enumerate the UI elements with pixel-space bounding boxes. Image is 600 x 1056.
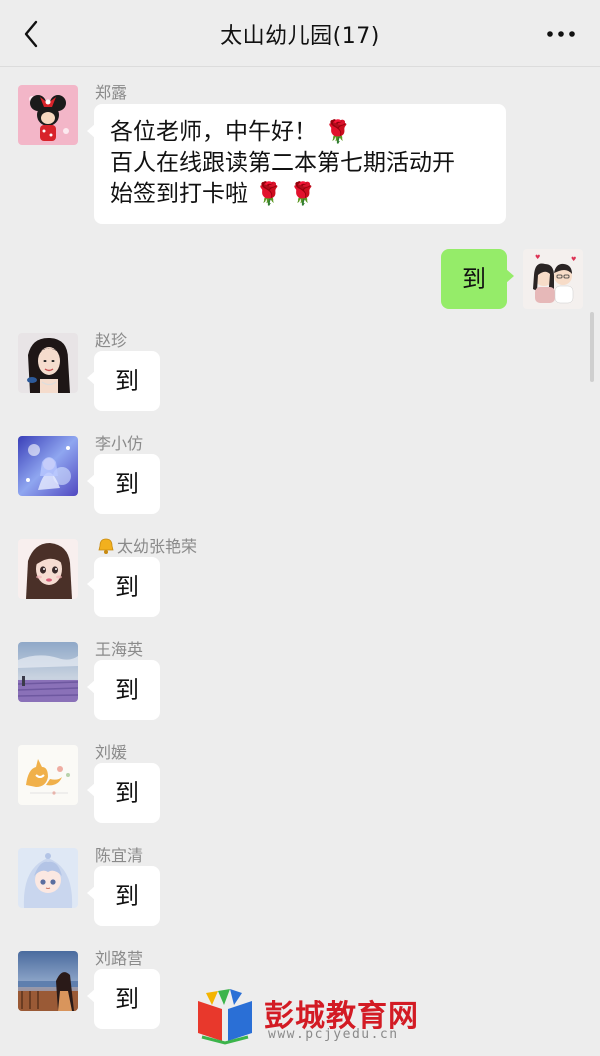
rose-emoji-icon: 🌹	[248, 182, 283, 207]
woman-portrait-avatar-icon	[18, 333, 78, 393]
message-line: 始签到打卡啦 🌹 🌹	[110, 181, 317, 207]
more-options-button[interactable]	[546, 22, 576, 46]
minnie-mouse-avatar-icon	[18, 85, 78, 145]
book-logo-icon	[198, 989, 252, 1045]
avatar[interactable]	[18, 539, 78, 599]
message-bubble[interactable]: 各位老师，中午好！ 🌹 百人在线跟读第二本第七期活动开 始签到打卡啦 🌹 🌹	[87, 104, 506, 224]
couple-cartoon-avatar-icon: ♥ ♥	[523, 249, 583, 309]
cartoon-girl-avatar-icon	[18, 539, 78, 599]
message-line: 各位老师，中午好！ 🌹	[110, 119, 352, 145]
avatar[interactable]	[18, 642, 78, 702]
sender-name: 刘媛	[95, 743, 128, 762]
chat-header: 太山幼儿园(17)	[0, 0, 600, 67]
message-bubble-outgoing[interactable]: 到	[441, 249, 514, 309]
watermark-url: www.pcjyedu.cn	[268, 1027, 399, 1042]
rose-emoji-icon: 🌹	[324, 120, 352, 145]
sender-name: 郑露	[95, 83, 128, 102]
avatar[interactable]	[18, 333, 78, 393]
avatar[interactable]	[18, 745, 78, 805]
message-bubble[interactable]: 到	[87, 866, 160, 926]
watermark: 彭城教育网 www.pcjyedu.cn	[192, 987, 452, 1047]
avatar[interactable]	[18, 848, 78, 908]
sender-name: 李小仿	[95, 434, 144, 453]
sender-name: 刘路营	[95, 949, 144, 968]
message-bubble[interactable]: 到	[87, 969, 160, 1029]
message-line: 百人在线跟读第二本第七期活动开	[110, 150, 455, 176]
seaside-woman-avatar-icon	[18, 951, 78, 1011]
scrollbar[interactable]	[590, 312, 594, 382]
avatar[interactable]	[18, 85, 78, 145]
fox-illustration-avatar-icon	[18, 745, 78, 805]
svg-text:♥: ♥	[535, 254, 540, 261]
lavender-field-avatar-icon	[18, 642, 78, 702]
bell-icon	[98, 538, 114, 554]
sender-name: 太幼张艳荣	[117, 537, 198, 556]
my-avatar[interactable]: ♥ ♥	[523, 249, 583, 309]
rose-emoji-icon: 🌹	[282, 182, 317, 207]
anime-fantasy-avatar-icon	[18, 436, 78, 496]
message-bubble[interactable]: 到	[87, 763, 160, 823]
message-bubble[interactable]: 到	[87, 454, 160, 514]
sender-name: 赵珍	[95, 331, 128, 350]
avatar[interactable]	[18, 436, 78, 496]
avatar[interactable]	[18, 951, 78, 1011]
svg-text:♥: ♥	[571, 256, 576, 263]
chibi-girl-avatar-icon	[18, 848, 78, 908]
sender-name-row: 太幼张艳荣	[95, 533, 197, 557]
message-bubble[interactable]: 到	[87, 660, 160, 720]
chat-title: 太山幼儿园(17)	[220, 24, 380, 49]
message-bubble[interactable]: 到	[87, 557, 160, 617]
chat-messages[interactable]: 郑露 各位老师，中午好！ 🌹 百人在线跟读第二本第七期活动开 始签到打卡啦 🌹 …	[0, 67, 600, 1056]
sender-name: 王海英	[95, 640, 144, 659]
message-bubble[interactable]: 到	[87, 351, 160, 411]
sender-name: 陈宜清	[95, 846, 144, 865]
ellipsis-icon	[547, 31, 575, 37]
